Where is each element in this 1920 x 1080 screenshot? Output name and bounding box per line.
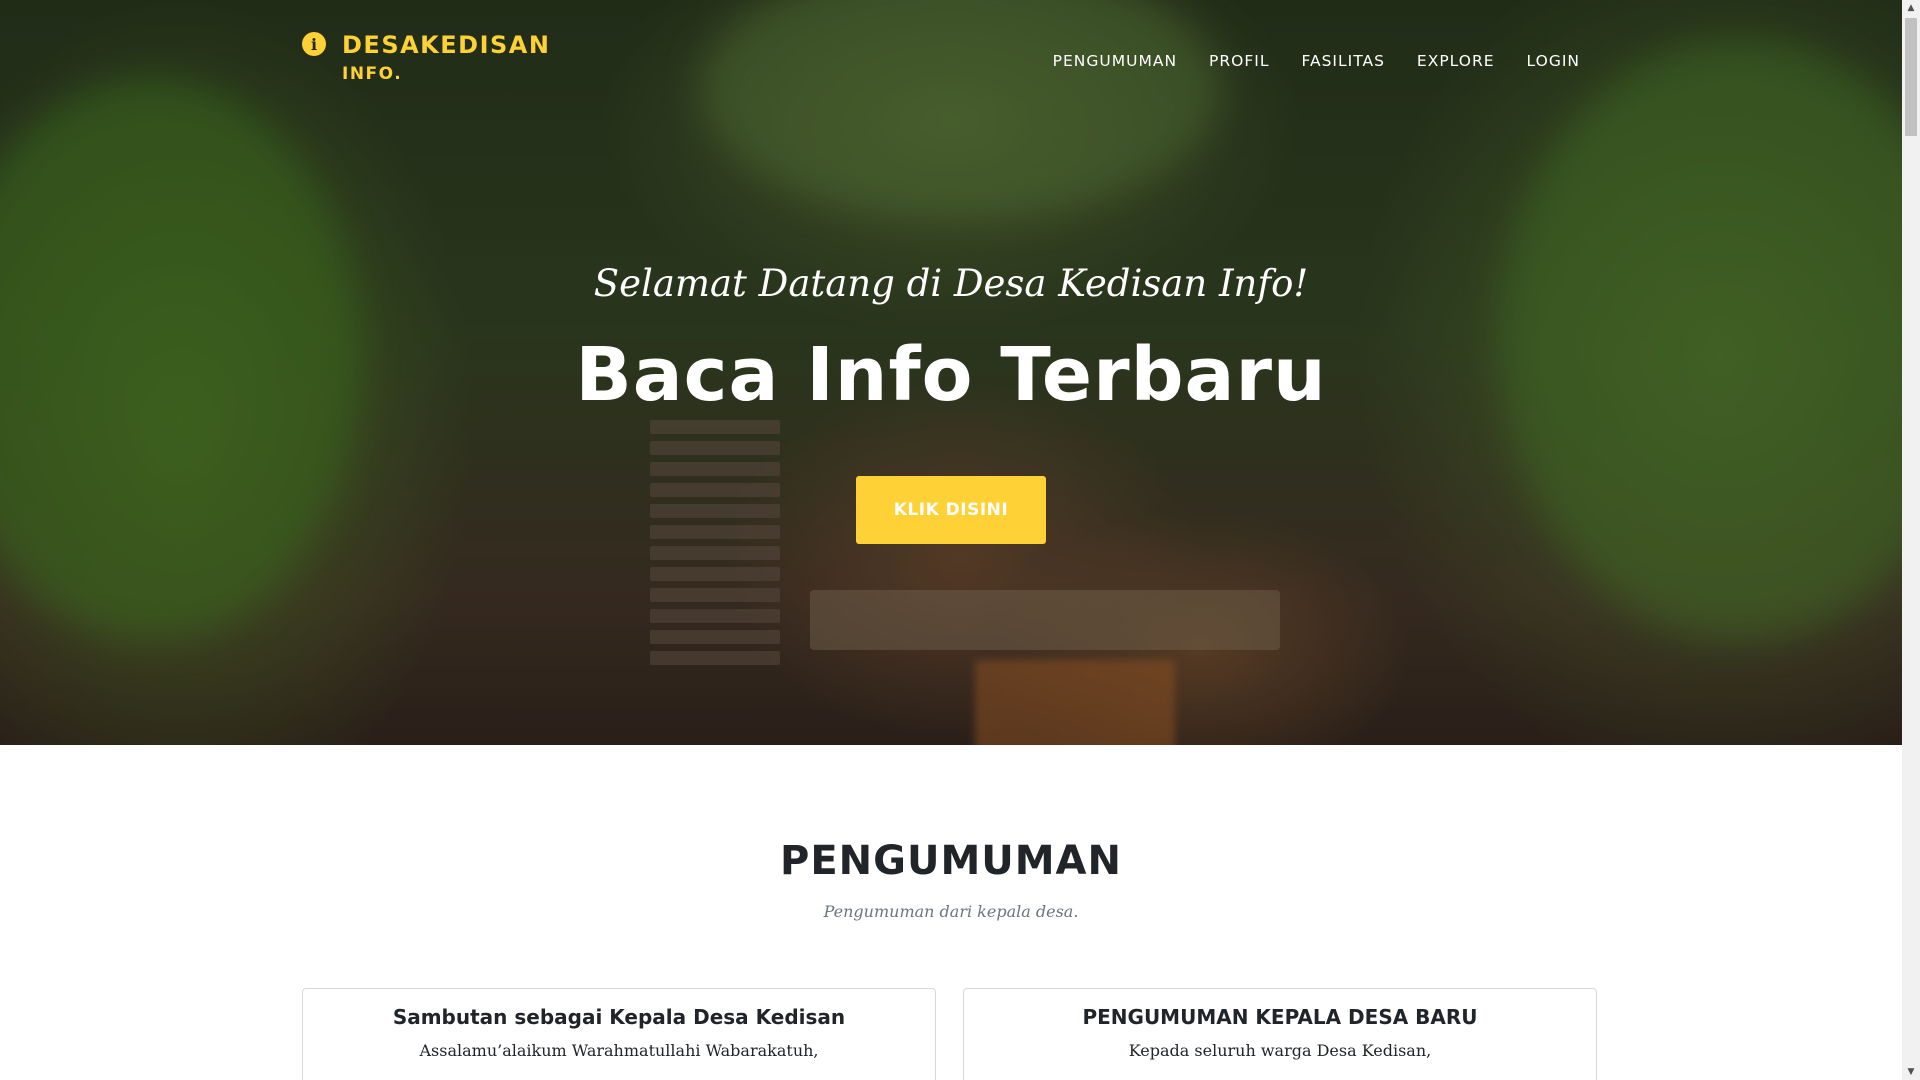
scrollbar-thumb[interactable] bbox=[1905, 18, 1917, 136]
section-subtitle: Pengumuman dari kepala desa. bbox=[823, 902, 1079, 921]
announcement-card[interactable]: PENGUMUMAN KEPALA DESA BARU Kepada selur… bbox=[963, 988, 1597, 1080]
card-text: Kepada seluruh warga Desa Kedisan, bbox=[1128, 1041, 1432, 1060]
section-title: PENGUMUMAN bbox=[780, 838, 1122, 884]
page: i DESAKEDISAN INFO. PENGUMUMAN PROFIL FA… bbox=[0, 0, 1902, 1080]
main-nav: PENGUMUMAN PROFIL FASILITAS EXPLORE LOGI… bbox=[1053, 52, 1580, 70]
scroll-down-arrow-icon[interactable]: ▼ bbox=[1902, 1064, 1920, 1080]
card-title: Sambutan sebagai Kepala Desa Kedisan bbox=[392, 1005, 846, 1029]
announcement-card[interactable]: Sambutan sebagai Kepala Desa Kedisan Ass… bbox=[302, 988, 936, 1080]
hero-section: i DESAKEDISAN INFO. PENGUMUMAN PROFIL FA… bbox=[0, 0, 1902, 745]
hero-title: Baca Info Terbaru bbox=[575, 332, 1327, 418]
hero-subtitle: Selamat Datang di Desa Kedisan Info! bbox=[593, 262, 1309, 305]
nav-item-login[interactable]: LOGIN bbox=[1527, 52, 1580, 70]
info-circle-icon: i bbox=[302, 32, 326, 56]
brand-suffix: INFO. bbox=[342, 64, 403, 84]
brand-text: DESAKEDISAN INFO. bbox=[342, 30, 550, 86]
vertical-scrollbar[interactable]: ▲ ▼ bbox=[1902, 0, 1920, 1080]
klik-disini-button[interactable]: KLIK DISINI bbox=[856, 476, 1046, 544]
brand-logo-link[interactable]: i DESAKEDISAN INFO. bbox=[302, 30, 550, 86]
nav-item-explore[interactable]: EXPLORE bbox=[1417, 52, 1495, 70]
nav-item-profil[interactable]: PROFIL bbox=[1209, 52, 1269, 70]
nav-item-fasilitas[interactable]: FASILITAS bbox=[1302, 52, 1385, 70]
card-title: PENGUMUMAN KEPALA DESA BARU bbox=[1082, 1005, 1478, 1029]
card-text: Assalamu’alaikum Warahmatullahi Wabaraka… bbox=[419, 1041, 819, 1060]
scroll-up-arrow-icon[interactable]: ▲ bbox=[1902, 0, 1920, 16]
brand-name: DESAKEDISAN bbox=[342, 31, 551, 59]
nav-item-pengumuman[interactable]: PENGUMUMAN bbox=[1053, 52, 1177, 70]
